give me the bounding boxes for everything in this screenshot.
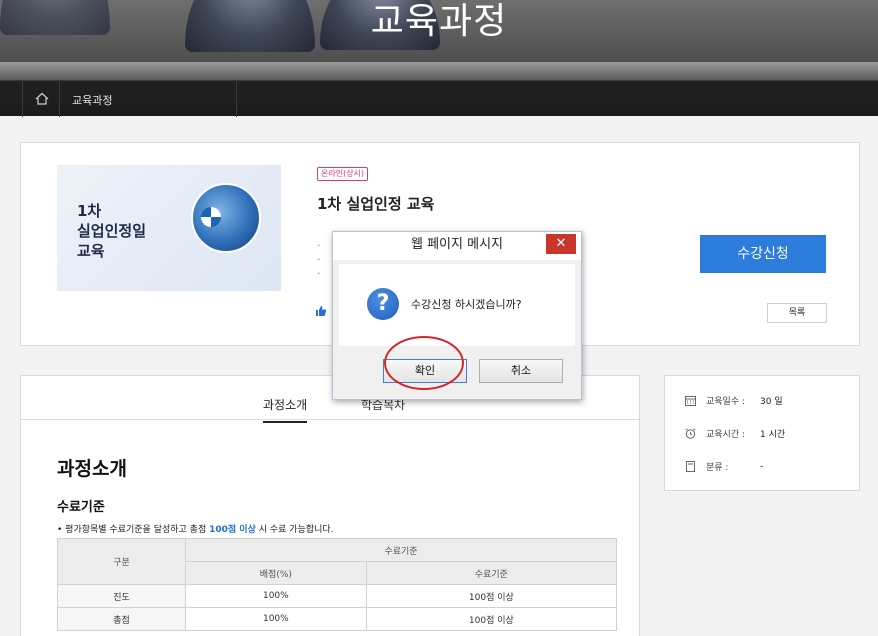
breadcrumb-home-button[interactable] <box>22 81 60 117</box>
close-icon[interactable]: ✕ <box>546 234 576 254</box>
breadcrumb-divider <box>236 81 237 117</box>
breadcrumb: 교육과정 <box>0 80 878 117</box>
table-row: 진도 100% 100점 이상 <box>57 584 618 608</box>
criteria-title: 수료기준 <box>57 500 105 515</box>
globe-illustration <box>191 183 261 253</box>
thumbs-up-icon[interactable] <box>315 305 327 321</box>
alarm-clock-icon <box>685 428 696 439</box>
course-bullet-list: · · · <box>317 239 321 280</box>
table-header: 수료기준 <box>185 538 617 562</box>
course-type-badge: 온라인(상시) <box>317 167 369 181</box>
course-detail-panel: 과정소개 학습목차 과정소개 수료기준 • 평가항목별 수료기준을 달성하고 총… <box>20 375 640 636</box>
cancel-button[interactable]: 취소 <box>479 359 563 383</box>
dialog-message: 수강신청 하시겠습니까? <box>411 298 522 311</box>
course-thumbnail: 1차 실업인정일 교육 <box>57 165 281 291</box>
course-info-panel: 교육일수 :30 일 교육시간 :1 시간 분류 :- <box>664 375 860 491</box>
table-cell: 100점 이상 <box>365 607 618 631</box>
confirm-button[interactable]: 확인 <box>383 359 467 383</box>
breadcrumb-current[interactable]: 교육과정 <box>72 92 112 108</box>
thumbnail-caption: 1차 실업인정일 교육 <box>77 202 147 260</box>
dialog-title: 웹 페이지 메시지 <box>333 232 581 260</box>
info-education-hours: 교육시간 :1 시간 <box>685 427 785 443</box>
info-education-days: 교육일수 :30 일 <box>685 394 783 410</box>
government-seal-icon <box>201 207 221 227</box>
home-icon <box>35 92 49 105</box>
section-title: 과정소개 <box>57 458 127 480</box>
dialog-body: ? 수강신청 하시겠습니까? <box>339 264 575 346</box>
hero-desk-decoration <box>0 62 878 80</box>
criteria-table: 구분 수료기준 배점(%) 수료기준 진도 100% 100점 이상 총점 10… <box>57 538 618 631</box>
document-icon <box>686 461 695 472</box>
table-cell: 100% <box>185 584 367 608</box>
course-title: 1차 실업인정 교육 <box>317 195 435 213</box>
enroll-button[interactable]: 수강신청 <box>700 235 826 273</box>
table-cell: 100점 이상 <box>365 584 618 608</box>
criteria-note: • 평가항목별 수료기준을 달성하고 총점 100점 이상 시 수료 가능합니다… <box>57 525 334 535</box>
table-header: 구분 <box>57 538 186 585</box>
tab-course-intro[interactable]: 과정소개 <box>263 396 308 423</box>
table-header: 수료기준 <box>365 561 618 585</box>
question-icon: ? <box>367 288 399 320</box>
info-category: 분류 :- <box>685 460 763 476</box>
table-row: 총점 100% 100점 이상 <box>57 607 618 631</box>
list-button[interactable]: 목록 <box>767 303 827 323</box>
criteria-note-highlight: 100점 이상 <box>209 525 256 535</box>
confirm-dialog: 웹 페이지 메시지 ✕ ? 수강신청 하시겠습니까? 확인 취소 <box>332 231 582 400</box>
table-cell: 총점 <box>57 607 186 631</box>
table-cell: 100% <box>185 607 367 631</box>
calendar-icon <box>685 396 696 406</box>
page-title: 교육과정 <box>370 1 508 42</box>
table-cell: 진도 <box>57 584 186 608</box>
table-header: 배점(%) <box>185 561 367 585</box>
